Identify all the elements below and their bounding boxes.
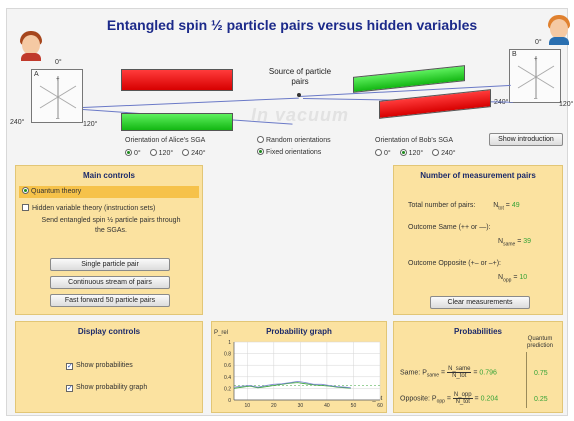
radio-icon — [22, 187, 29, 194]
bob-avatar — [545, 15, 573, 45]
main-controls-title: Main controls — [82, 171, 135, 180]
bob-orientation-options: 0° 120° 240° — [375, 149, 463, 157]
app-window: Entangled spin ½ particle pairs versus h… — [6, 8, 573, 416]
outcome-same-value: 39 — [523, 238, 532, 245]
alice-deg-top: 0° — [55, 59, 62, 66]
radio-icon — [257, 136, 264, 143]
outcome-opposite-row: Nopp = 10 — [498, 274, 528, 284]
checkbox-icon: ✓ — [66, 363, 73, 370]
alice-sga-letter: A — [34, 71, 39, 78]
svg-text:–: – — [534, 96, 538, 102]
app-title: Entangled spin ½ particle pairs versus h… — [106, 17, 478, 33]
outcome-opposite-label: Outcome Opposite (+– or –+): — [408, 260, 501, 267]
alice-orient-0[interactable]: 0° — [125, 149, 141, 157]
radio-icon — [399, 149, 407, 156]
opposite-probability-value: 0.204 — [480, 395, 499, 403]
y-tick-label: 0 — [228, 398, 231, 404]
alice-magnet-bottom — [121, 113, 233, 131]
total-pairs-row: Total number of pairs: Ntot = 49 — [408, 202, 520, 212]
measurement-pairs-title: Number of measurement pairs — [420, 171, 536, 180]
alice-deg-left: 240° — [10, 119, 25, 126]
show-probabilities-option[interactable]: ✓ Show probabilities — [66, 362, 133, 370]
opposite-probability-row: Opposite: Popp = N_opp N_tot = 0.204 — [400, 392, 499, 405]
outcome-same-row: Nsame = 39 — [498, 238, 532, 248]
alice-orient-240[interactable]: 240° — [182, 149, 206, 157]
outcome-same-label: Outcome Same (++ or —): — [408, 224, 491, 231]
alice-orientation-options: 0° 120° 240° — [125, 149, 213, 157]
probabilities-title: Probabilities — [453, 327, 502, 336]
radio-icon — [257, 148, 264, 155]
same-quantum-prediction: 0.75 — [534, 370, 548, 377]
svg-text:–: – — [56, 116, 60, 122]
display-controls-title: Display controls — [77, 327, 141, 336]
y-tick-label: 0.8 — [224, 352, 231, 358]
y-tick-label: 0.2 — [224, 386, 231, 392]
alice-sga-icon[interactable]: + – A — [31, 69, 83, 123]
y-tick-label: 0.4 — [224, 375, 231, 381]
y-tick-label: 1 — [228, 340, 231, 346]
bob-deg-top: 0° — [535, 39, 542, 46]
bob-orient-0[interactable]: 0° — [375, 149, 391, 157]
bob-sga-letter: B — [512, 51, 517, 58]
bob-magnet-bottom — [379, 89, 491, 119]
continuous-stream-button[interactable]: Continuous stream of pairs — [50, 276, 170, 289]
radio-icon — [375, 149, 382, 156]
bob-orient-240[interactable]: 240° — [432, 149, 456, 157]
radio-icon — [125, 149, 132, 156]
svg-text:+: + — [534, 57, 538, 63]
alice-orient-120[interactable]: 120° — [149, 149, 173, 157]
main-controls-panel: Main controls Quantum theory Hidden vari… — [15, 165, 203, 315]
show-probability-graph-option[interactable]: ✓ Show probability graph — [66, 384, 147, 392]
fast-forward-button[interactable]: Fast forward 50 particle pairs — [50, 294, 170, 307]
total-pairs-value: 49 — [511, 202, 520, 209]
vacuum-label: In vacuum — [251, 105, 350, 125]
radio-icon — [432, 149, 440, 156]
x-tick-label: 60 — [377, 403, 383, 409]
x-tick-label: 40 — [324, 403, 330, 409]
chart-y-label: P_rel — [214, 330, 228, 336]
quantum-theory-option[interactable]: Quantum theory — [19, 186, 199, 198]
chart-plot-area — [234, 342, 380, 400]
quantum-prediction-header: Quantum prediction — [526, 336, 553, 349]
bob-deg-right: 120° — [559, 101, 574, 108]
x-tick-label: 30 — [298, 403, 304, 409]
radio-icon — [182, 149, 190, 156]
random-orientations-option[interactable]: Random orientations — [257, 136, 331, 144]
same-probability-value: 0.796 — [479, 369, 497, 377]
x-tick-label: 50 — [351, 403, 357, 409]
hidden-variable-option[interactable]: Hidden variable theory (instruction sets… — [22, 204, 155, 212]
x-tick-label: 10 — [244, 403, 250, 409]
svg-text:+: + — [56, 77, 60, 83]
alice-deg-right: 120° — [83, 121, 98, 128]
same-probability-row: Same: Psame = N_same N_tot = 0.796 — [400, 366, 497, 379]
single-particle-pair-button[interactable]: Single particle pair — [50, 258, 170, 271]
checkbox-icon: ✓ — [66, 385, 73, 392]
probability-chart: P_rel N_tot 00.20.40.60.81102030405060 — [214, 330, 383, 409]
clear-measurements-button[interactable]: Clear measurements — [430, 296, 530, 309]
main-controls-description: Send entangled spin ½ particle pairs thr… — [41, 217, 181, 234]
alice-avatar — [17, 31, 45, 61]
probability-graph-panel: Probability graph P_rel N_tot 00.20.40.6… — [211, 321, 387, 413]
bob-orientation-label: Orientation of Bob's SGA — [375, 137, 453, 144]
source-dot — [297, 93, 301, 97]
column-divider — [526, 352, 527, 408]
measurement-pairs-panel: Number of measurement pairs Total number… — [393, 165, 563, 315]
opposite-fraction: N_opp N_tot — [452, 392, 473, 405]
source-label: Source of particle pairs — [268, 67, 332, 86]
alice-magnet-top — [121, 69, 233, 91]
probabilities-panel: Probabilities Quantum prediction Same: P… — [393, 321, 563, 413]
radio-icon — [149, 149, 157, 156]
bob-sga-icon[interactable]: + – B — [509, 49, 561, 103]
alice-orientation-label: Orientation of Alice's SGA — [125, 137, 206, 144]
display-controls-panel: Display controls ✓ Show probabilities ✓ Sh… — [15, 321, 203, 413]
outcome-opposite-value: 10 — [519, 274, 528, 281]
y-tick-label: 0.6 — [224, 363, 231, 369]
opposite-quantum-prediction: 0.25 — [534, 396, 548, 403]
show-introduction-button[interactable]: Show introduction — [489, 133, 563, 146]
fixed-orientations-option[interactable]: Fixed orientations — [257, 148, 321, 156]
bob-orient-120[interactable]: 120° — [399, 149, 423, 157]
x-tick-label: 20 — [271, 403, 277, 409]
same-fraction: N_same N_tot — [447, 366, 472, 379]
checkbox-icon — [22, 204, 29, 211]
